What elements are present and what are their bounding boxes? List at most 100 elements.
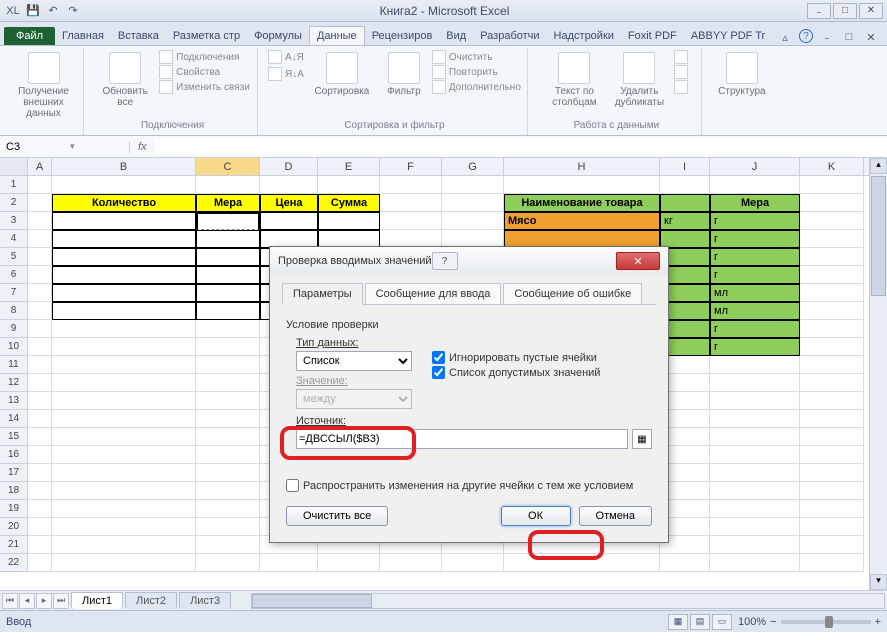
edit-links-button[interactable]: Изменить связи [159,80,250,94]
row-header[interactable]: 20 [0,518,28,536]
cell[interactable] [800,284,864,302]
maximize-button[interactable]: □ [833,3,857,19]
cell[interactable] [710,356,800,374]
sheet-tab-2[interactable]: Лист2 [125,592,177,609]
cell[interactable] [52,212,196,230]
whatif-icon[interactable] [674,80,688,94]
row-header[interactable]: 1 [0,176,28,194]
cell[interactable]: мл [710,302,800,320]
cell[interactable] [196,338,260,356]
cell[interactable] [260,554,318,572]
cell[interactable] [800,338,864,356]
row-header[interactable]: 19 [0,500,28,518]
row-header[interactable]: 16 [0,446,28,464]
cell[interactable] [28,410,52,428]
get-external-data-button[interactable]: Получение внешних данных [14,50,74,121]
cell[interactable]: г [710,338,800,356]
cell[interactable] [28,554,52,572]
col-D[interactable]: D [260,158,318,175]
horizontal-scrollbar[interactable] [251,593,885,609]
col-G[interactable]: G [442,158,504,175]
cell[interactable] [196,212,260,230]
cell[interactable] [28,302,52,320]
dialog-tab-settings[interactable]: Параметры [282,283,363,305]
row-header[interactable]: 8 [0,302,28,320]
scroll-up-icon[interactable]: ▴ [870,158,887,174]
cell[interactable] [710,428,800,446]
row-header[interactable]: 10 [0,338,28,356]
cell[interactable]: Мера [710,194,800,212]
cell[interactable] [800,320,864,338]
cell[interactable] [710,446,800,464]
cell[interactable] [52,554,196,572]
cell[interactable] [196,248,260,266]
cell[interactable] [28,284,52,302]
col-C[interactable]: C [196,158,260,175]
cell[interactable] [196,392,260,410]
zoom-in-button[interactable]: + [875,616,881,628]
cell[interactable] [800,536,864,554]
cell[interactable] [504,554,660,572]
cell[interactable] [28,212,52,230]
cell[interactable]: Мясо [504,212,660,230]
name-box-dropdown-icon[interactable]: ▾ [70,141,75,152]
scroll-thumb[interactable] [871,176,886,296]
cell[interactable] [52,392,196,410]
cell[interactable] [800,554,864,572]
cell[interactable] [52,536,196,554]
cell[interactable]: г [710,212,800,230]
sheet-nav-last-icon[interactable]: ⏭ [53,593,69,609]
cell[interactable] [196,464,260,482]
sort-za-button[interactable]: Я↓А [268,67,304,81]
cell[interactable] [710,392,800,410]
cell[interactable] [800,176,864,194]
col-I[interactable]: I [660,158,710,175]
help-icon[interactable]: ? [799,29,813,43]
row-header[interactable]: 4 [0,230,28,248]
cancel-button[interactable]: Отмена [579,506,652,526]
filter-button[interactable]: Фильтр [380,50,428,99]
cell[interactable] [196,554,260,572]
cell[interactable]: Наименование товара [504,194,660,212]
cell[interactable] [52,266,196,284]
cell[interactable] [52,176,196,194]
cell[interactable] [380,194,442,212]
col-A[interactable]: A [28,158,52,175]
sheet-nav-first-icon[interactable]: ⏮ [2,593,18,609]
cell[interactable] [28,176,52,194]
row-header[interactable]: 12 [0,374,28,392]
cell[interactable] [52,320,196,338]
hscroll-thumb[interactable] [252,594,372,608]
cell[interactable] [442,554,504,572]
tab-view[interactable]: Вид [439,27,473,45]
formula-input[interactable] [155,138,887,156]
redo-icon[interactable]: ↷ [64,2,82,20]
select-all-corner[interactable] [0,158,28,175]
zoom-slider[interactable] [781,620,871,624]
cell[interactable] [28,536,52,554]
name-box[interactable]: ▾ [0,141,130,153]
file-tab[interactable]: Файл [4,27,55,45]
cell[interactable] [260,176,318,194]
cell[interactable] [318,212,380,230]
cell[interactable] [52,410,196,428]
cell[interactable] [52,518,196,536]
cell[interactable] [52,230,196,248]
cell[interactable] [800,302,864,320]
cell[interactable] [28,338,52,356]
sheet-nav-next-icon[interactable]: ▸ [36,593,52,609]
ignore-blank-checkbox[interactable]: Игнорировать пустые ячейки [432,351,600,364]
zoom-control[interactable]: 100% − + [738,616,881,628]
tab-layout[interactable]: Разметка стр [166,27,247,45]
row-header[interactable]: 22 [0,554,28,572]
cell[interactable] [660,176,710,194]
cell[interactable]: кг [660,212,710,230]
col-H[interactable]: H [504,158,660,175]
remove-duplicates-button[interactable]: Удалить дубликаты [608,50,670,110]
row-header[interactable]: 3 [0,212,28,230]
cell[interactable]: Сумма [318,194,380,212]
cell[interactable] [196,356,260,374]
cell[interactable] [380,176,442,194]
cell[interactable] [800,392,864,410]
dialog-help-icon[interactable]: ? [432,252,458,270]
